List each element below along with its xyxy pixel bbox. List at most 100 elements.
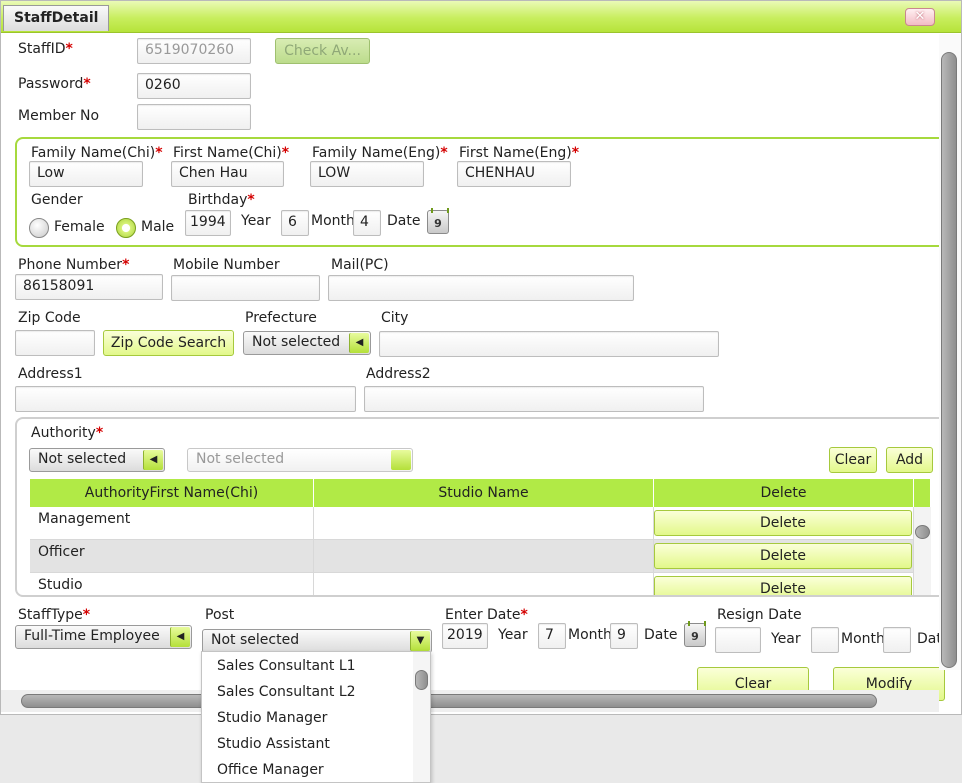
enter-year-field[interactable]: 2019 (442, 623, 488, 649)
enter-date-day-label: Date (644, 627, 678, 643)
address2-field[interactable] (364, 386, 704, 412)
caret-left-icon: ◀ (170, 627, 190, 647)
studio-select-value: Not selected (196, 451, 285, 467)
grid-cell-delete: Delete (654, 507, 914, 540)
staffid-field[interactable]: 6519070260 (137, 38, 251, 64)
grid-cell-authority: Studio (30, 573, 314, 595)
grid-cell-delete: Delete (654, 573, 914, 595)
authority-grid-body: Management Delete Officer Delete Studio … (30, 507, 914, 595)
stafftype-label: StaffType* (18, 607, 91, 623)
address1-field[interactable] (15, 386, 356, 412)
post-option[interactable]: Sales Consultant L1 (217, 658, 356, 674)
member-no-field[interactable] (137, 104, 251, 130)
phone-number-label: Phone Number* (18, 257, 130, 273)
member-no-label: Member No (18, 108, 100, 124)
mobile-number-field[interactable] (171, 275, 320, 301)
post-select[interactable]: Not selected ▼ (202, 629, 432, 653)
window-horizontal-scrollbar[interactable] (1, 690, 939, 712)
male-label: Male (141, 219, 175, 235)
resign-month-label: Month (841, 631, 883, 647)
stafftype-select[interactable]: Full-Time Employee ◀ (15, 625, 192, 649)
enter-month-label: Month (568, 627, 610, 643)
post-dropdown-list: Sales Consultant L1 Sales Consultant L2 … (201, 651, 431, 783)
password-field[interactable]: 0260 (137, 73, 251, 99)
close-button[interactable]: ✕ (905, 8, 935, 26)
city-field[interactable] (379, 331, 719, 357)
prefecture-select[interactable]: Not selected ◀ (243, 331, 371, 355)
mobile-number-label: Mobile Number (173, 257, 280, 273)
resign-year-label: Year (771, 631, 801, 647)
delete-row-button[interactable]: Delete (654, 510, 912, 536)
grid-cell-studio (314, 507, 654, 540)
resign-date-field[interactable] (883, 627, 911, 653)
post-label: Post (205, 607, 235, 623)
enter-date-label: Enter Date* (445, 607, 528, 623)
post-option[interactable]: Studio Manager (217, 710, 327, 726)
column-authority-name[interactable]: AuthorityFirst Name(Chi) (30, 479, 314, 507)
caret-left-icon: ◀ (349, 333, 369, 353)
first-name-eng-label: First Name(Eng)* (459, 145, 580, 161)
zip-code-field[interactable] (15, 330, 95, 356)
address2-label: Address2 (366, 366, 431, 382)
vertical-scroll-thumb[interactable] (941, 52, 957, 668)
resign-date-label: Resign Date (717, 607, 802, 623)
address1-label: Address1 (18, 366, 83, 382)
zip-code-search-button[interactable]: Zip Code Search (103, 330, 234, 356)
post-value: Not selected (211, 632, 300, 648)
password-label: Password* (18, 76, 91, 92)
authority-add-button[interactable]: Add (886, 447, 933, 473)
authority-select[interactable]: Not selected ◀ (29, 448, 165, 472)
staff-detail-window: StaffDetail ✕ StaffID* 6519070260 Check … (0, 0, 962, 715)
dropdown-scroll-thumb[interactable] (415, 670, 428, 690)
check-availability-button[interactable]: Check Av... (275, 38, 370, 64)
gender-label: Gender (31, 192, 83, 208)
resign-date-day-label: Dat (917, 631, 941, 647)
birth-year-label: Year (241, 213, 271, 229)
birth-date-label: Date (387, 213, 421, 229)
dropdown-scrollbar[interactable] (413, 652, 430, 782)
staffid-label: StaffID* (18, 41, 73, 57)
female-radio[interactable] (29, 218, 49, 238)
male-radio[interactable] (116, 218, 136, 238)
enter-date-field[interactable]: 9 (610, 623, 638, 649)
resign-month-field[interactable] (811, 627, 839, 653)
delete-row-button[interactable]: Delete (654, 576, 912, 595)
resign-year-field[interactable] (715, 627, 761, 653)
delete-row-button[interactable]: Delete (654, 543, 912, 569)
first-name-eng-field[interactable]: CHENHAU (457, 161, 571, 187)
authority-clear-button[interactable]: Clear (829, 447, 877, 473)
post-option[interactable]: Studio Assistant (217, 736, 330, 752)
horizontal-scroll-thumb[interactable] (21, 694, 877, 708)
stafftype-value: Full-Time Employee (24, 628, 160, 644)
first-name-chi-label: First Name(Chi)* (173, 145, 290, 161)
post-option[interactable]: Sales Consultant L2 (217, 684, 356, 700)
authority-label: Authority* (31, 425, 104, 441)
enter-date-calendar-icon[interactable]: 9 (684, 621, 706, 647)
prefecture-label: Prefecture (245, 310, 317, 326)
grid-scrollbar[interactable] (914, 507, 931, 595)
post-option[interactable]: Office Manager (217, 762, 324, 778)
dropdown-toggle-icon (391, 450, 411, 470)
enter-month-field[interactable]: 7 (538, 623, 566, 649)
family-name-chi-label: Family Name(Chi)* (31, 145, 163, 161)
family-name-chi-field[interactable]: Low (29, 161, 143, 187)
first-name-chi-field[interactable]: Chen Hau (171, 161, 284, 187)
birth-year-field[interactable]: 1994 (185, 210, 231, 236)
birth-date-field[interactable]: 4 (353, 210, 381, 236)
birthday-calendar-icon[interactable]: 9 (427, 208, 449, 234)
birth-month-label: Month (311, 213, 353, 229)
family-name-eng-field[interactable]: LOW (310, 161, 424, 187)
grid-cell-studio (314, 540, 654, 573)
window-vertical-scrollbar[interactable] (939, 34, 961, 670)
grid-cell-delete: Delete (654, 540, 914, 573)
phone-number-field[interactable]: 86158091 (15, 274, 163, 300)
column-delete[interactable]: Delete (654, 479, 914, 507)
column-studio-name[interactable]: Studio Name (314, 479, 654, 507)
birth-month-field[interactable]: 6 (281, 210, 309, 236)
grid-scroll-thumb[interactable] (915, 525, 930, 539)
window-title: StaffDetail (3, 5, 110, 31)
mail-field[interactable] (328, 275, 634, 301)
zip-code-label: Zip Code (18, 310, 81, 326)
mail-label: Mail(PC) (331, 257, 389, 273)
studio-select[interactable]: Not selected (187, 448, 413, 472)
